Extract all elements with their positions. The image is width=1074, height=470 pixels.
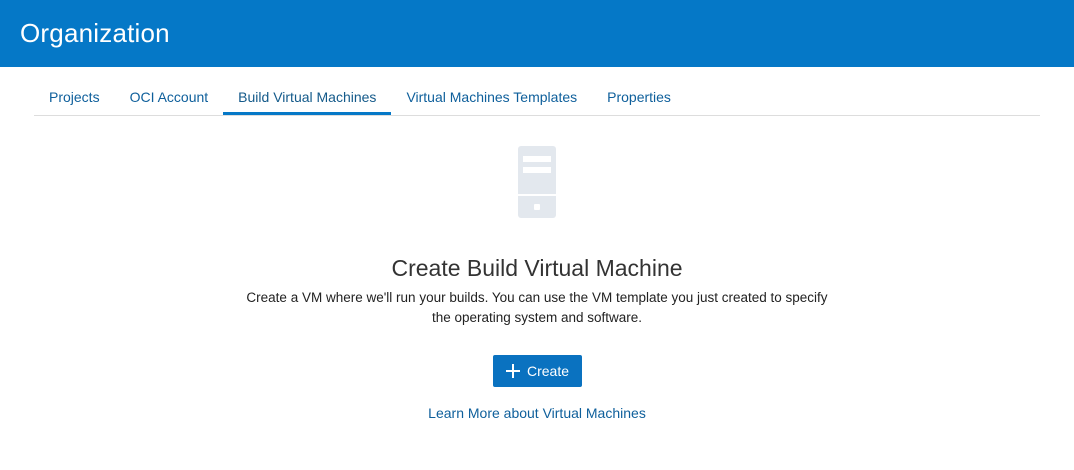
empty-state-title: Create Build Virtual Machine [391,255,683,281]
empty-state: Create Build Virtual Machine Create a VM… [0,146,1074,421]
page-title: Organization [20,18,170,48]
server-icon [518,146,556,218]
tab-bar: Projects OCI Account Build Virtual Machi… [34,67,1040,116]
create-button[interactable]: Create [492,355,582,387]
plus-icon [505,364,520,378]
create-button-label: Create [526,363,570,379]
tab-oci-account[interactable]: OCI Account [115,67,224,115]
learn-more-link[interactable]: Learn More about Virtual Machines [0,405,1074,421]
tab-projects[interactable]: Projects [34,67,115,115]
tab-build-virtual-machines[interactable]: Build Virtual Machines [223,67,392,115]
tab-virtual-machines-templates[interactable]: Virtual Machines Templates [391,67,592,115]
empty-state-description: Create a VM where we'll run your builds.… [246,290,828,325]
app-header: Organization [0,0,1074,67]
tab-properties[interactable]: Properties [592,67,686,115]
